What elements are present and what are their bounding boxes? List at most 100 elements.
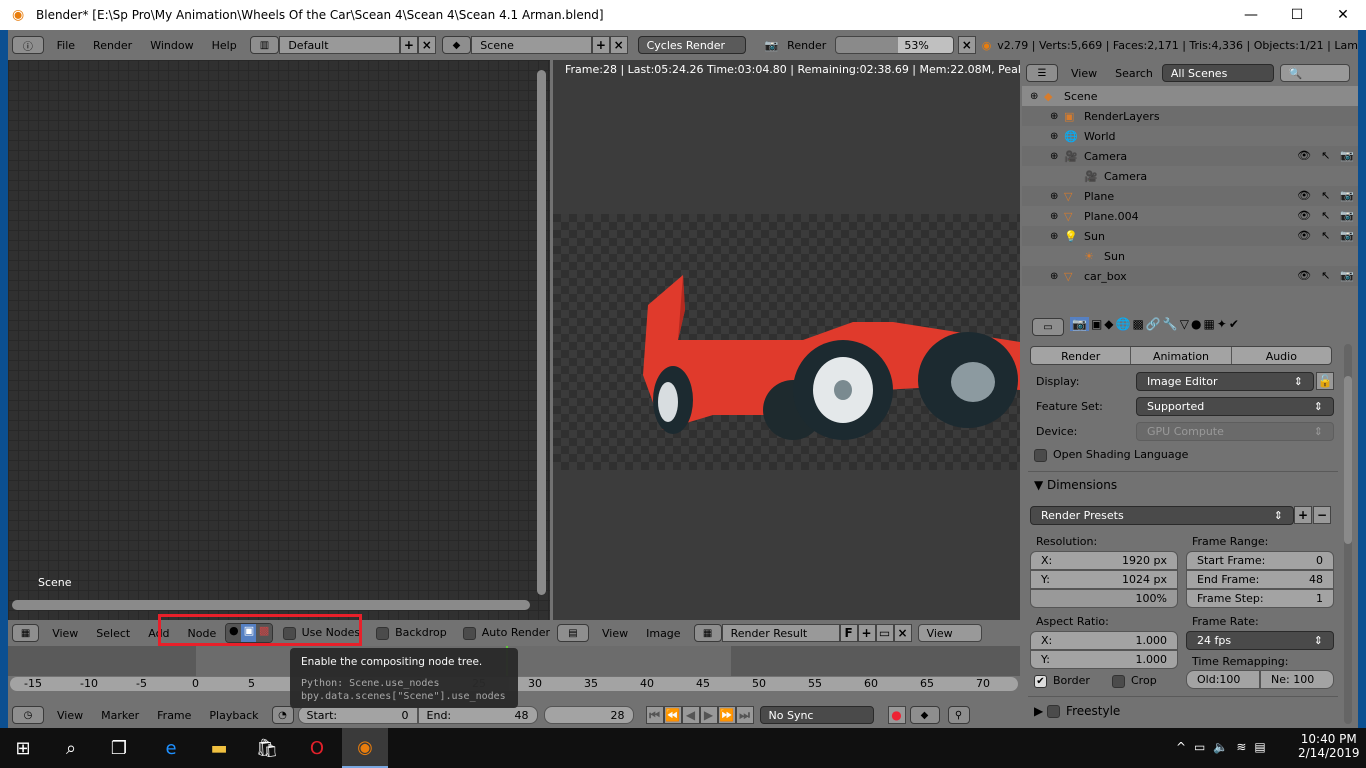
render-icon[interactable]: 📷: [1340, 209, 1354, 222]
menu-marker[interactable]: Marker: [92, 709, 148, 722]
material-tab-icon[interactable]: ●: [1191, 317, 1201, 331]
time-remap-old-field[interactable]: Old:100: [1186, 670, 1260, 689]
current-frame-field[interactable]: 28: [543, 706, 634, 724]
outliner-item[interactable]: ⊕ 💡 Sun 👁 ↖ 📷: [1022, 226, 1358, 246]
eye-icon[interactable]: 👁: [1297, 209, 1311, 222]
outliner-menu-search[interactable]: Search: [1106, 67, 1162, 80]
cursor-icon[interactable]: ↖: [1321, 269, 1330, 282]
menu-help[interactable]: Help: [203, 39, 246, 52]
menu-frame[interactable]: Frame: [148, 709, 200, 722]
end-frame-field[interactable]: End: 48: [417, 706, 538, 724]
start-frame-field[interactable]: Start: 0: [297, 706, 418, 724]
system-tray-icons[interactable]: ^▭🔈≋▤: [1176, 740, 1274, 754]
eye-icon[interactable]: 👁: [1297, 189, 1311, 202]
opera-icon[interactable]: O: [294, 728, 340, 768]
task-view-icon[interactable]: ❐: [96, 728, 142, 768]
menu-view[interactable]: View: [593, 627, 637, 640]
resolution-y-field[interactable]: Y: 1024 px: [1030, 570, 1178, 589]
expand-icon[interactable]: ⊕: [1050, 231, 1064, 242]
border-checkbox[interactable]: ✔ Border: [1034, 674, 1090, 688]
texture-tab-icon[interactable]: ▦: [1203, 317, 1214, 331]
end-frame-field[interactable]: End Frame: 48: [1186, 570, 1334, 589]
outliner-item[interactable]: ⊕ ▣ RenderLayers: [1022, 106, 1358, 126]
sync-mode-dropdown[interactable]: No Sync: [759, 706, 874, 724]
lock-icon[interactable]: 🔓: [1316, 372, 1334, 390]
constraints-tab-icon[interactable]: 🔗: [1146, 317, 1161, 331]
menu-render[interactable]: Render: [84, 39, 141, 52]
delete-layout-button[interactable]: ×: [417, 36, 436, 54]
physics-tab-icon[interactable]: ✔: [1229, 317, 1239, 331]
timeline-type-icon[interactable]: ◷: [12, 706, 44, 724]
keying-set-icon[interactable]: ⚲: [947, 706, 970, 724]
menu-view[interactable]: View: [48, 709, 92, 722]
frame-rate-dropdown[interactable]: 24 fps ⇕: [1186, 631, 1334, 650]
start-button[interactable]: ⊞: [0, 728, 46, 768]
add-scene-button[interactable]: +: [592, 36, 610, 54]
render-icon[interactable]: 📷: [1340, 269, 1354, 282]
eye-icon[interactable]: 👁: [1297, 229, 1311, 242]
store-icon[interactable]: 🛍: [244, 728, 290, 768]
outliner-item[interactable]: ⊕ 🌐 World: [1022, 126, 1358, 146]
animation-button[interactable]: Animation: [1131, 347, 1232, 364]
expand-icon[interactable]: ⊕: [1050, 211, 1064, 222]
data-tab-icon[interactable]: ▽: [1180, 317, 1189, 331]
image-editor-type-icon[interactable]: ▤: [557, 624, 589, 642]
backdrop-checkbox[interactable]: Backdrop: [376, 626, 447, 640]
fake-user-button[interactable]: F: [839, 624, 858, 642]
jump-keyframe-back-button[interactable]: ⏪: [663, 706, 682, 724]
expand-icon[interactable]: ⊕: [1050, 111, 1064, 122]
eye-icon[interactable]: 👁: [1297, 269, 1311, 282]
outliner-item[interactable]: ⊕ ▽ Plane 👁 ↖ 📷: [1022, 186, 1358, 206]
aspect-x-field[interactable]: X: 1.000: [1030, 631, 1178, 650]
blender-taskbar-icon[interactable]: ◉: [342, 728, 388, 768]
file-explorer-icon[interactable]: ▬: [196, 728, 242, 768]
properties-type-icon[interactable]: ▭: [1032, 318, 1064, 336]
scene-icon[interactable]: ◆: [441, 36, 472, 54]
expand-icon[interactable]: ⊕: [1030, 91, 1044, 102]
freestyle-panel-header[interactable]: ▶ Freestyle: [1034, 704, 1120, 718]
outliner-item[interactable]: ⊕ 🎥 Camera 👁 ↖ 📷: [1022, 146, 1358, 166]
render-layers-tab-icon[interactable]: ▣: [1091, 317, 1102, 331]
time-remap-new-field[interactable]: Ne: 100: [1260, 670, 1334, 689]
vertical-scrollbar[interactable]: [537, 70, 546, 595]
render-icon[interactable]: 📷: [1340, 189, 1354, 202]
jump-keyframe-forward-button[interactable]: ⏩: [717, 706, 736, 724]
start-frame-field[interactable]: Start Frame: 0: [1186, 551, 1334, 570]
remove-preset-button[interactable]: −: [1313, 506, 1331, 524]
add-layout-button[interactable]: +: [400, 36, 418, 54]
image-editor[interactable]: Frame:28 | Last:05:24.26 Time:03:04.80 |…: [553, 60, 1020, 620]
menu-image[interactable]: Image: [637, 627, 689, 640]
cursor-icon[interactable]: ↖: [1321, 189, 1330, 202]
eye-icon[interactable]: 👁: [1297, 149, 1311, 162]
crop-checkbox[interactable]: Crop: [1112, 674, 1157, 688]
add-preset-button[interactable]: +: [1294, 506, 1312, 524]
display-mode-dropdown[interactable]: All Scenes: [1161, 64, 1274, 82]
image-browse-icon[interactable]: ▦: [693, 624, 722, 642]
clock[interactable]: 10:40 PM 2/14/2019: [1298, 732, 1360, 760]
render-button[interactable]: Render: [1031, 347, 1132, 364]
properties-scrollbar[interactable]: [1344, 344, 1352, 724]
aspect-y-field[interactable]: Y: 1.000: [1030, 650, 1178, 669]
close-button[interactable]: ✕: [1320, 0, 1366, 30]
expand-icon[interactable]: ⊕: [1050, 271, 1064, 282]
open-image-button[interactable]: ▭: [875, 624, 894, 642]
search-icon[interactable]: ⌕: [48, 728, 94, 768]
render-tab-icon[interactable]: 📷: [1070, 317, 1089, 331]
cursor-icon[interactable]: ↖: [1321, 229, 1330, 242]
cursor-icon[interactable]: ↖: [1321, 209, 1330, 222]
jump-start-button[interactable]: ⏮: [645, 706, 664, 724]
outliner-type-icon[interactable]: ☰: [1026, 64, 1058, 82]
render-presets-dropdown[interactable]: Render Presets ⇕: [1030, 506, 1294, 525]
horizontal-scrollbar[interactable]: [12, 600, 530, 610]
scene-tab-icon[interactable]: ◆: [1104, 317, 1113, 331]
auto-render-checkbox[interactable]: Auto Render: [462, 626, 550, 640]
minimize-button[interactable]: —: [1228, 0, 1274, 30]
node-editor-type-icon[interactable]: ▦: [12, 624, 40, 642]
object-tab-icon[interactable]: ▩: [1132, 317, 1143, 331]
scene-field[interactable]: Scene: [471, 36, 593, 54]
frame-step-field[interactable]: Frame Step: 1: [1186, 589, 1334, 608]
view-dropdown[interactable]: View: [917, 624, 982, 642]
delete-scene-button[interactable]: ×: [609, 36, 628, 54]
menu-select[interactable]: Select: [87, 627, 139, 640]
particles-tab-icon[interactable]: ✦: [1217, 317, 1227, 331]
